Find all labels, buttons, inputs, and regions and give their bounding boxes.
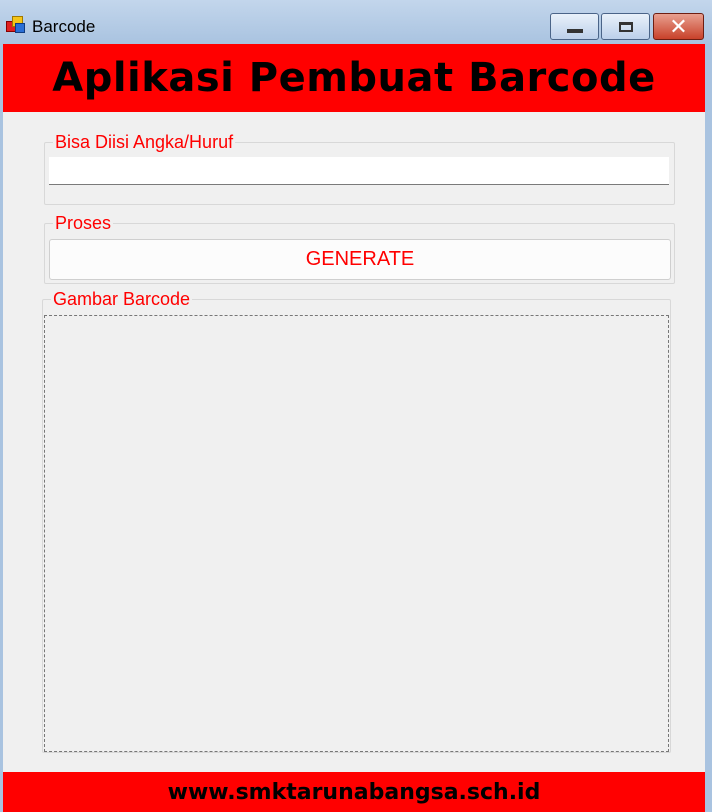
minimize-icon — [566, 28, 583, 33]
process-group-title: Proses — [53, 212, 114, 234]
input-group-title: Bisa Diisi Angka/Huruf — [53, 131, 236, 153]
barcode-text-input[interactable] — [49, 157, 669, 185]
header-banner: Aplikasi Pembuat Barcode — [3, 44, 705, 112]
close-button[interactable]: ✕ — [653, 13, 704, 40]
barcode-groupbox: Gambar Barcode — [42, 288, 671, 753]
minimize-button[interactable] — [550, 13, 599, 40]
app-windows-icon — [6, 16, 25, 33]
maximize-icon — [618, 21, 633, 32]
form-client-area: Aplikasi Pembuat Barcode Bisa Diisi Angk… — [3, 44, 705, 812]
barcode-picture-box — [44, 315, 669, 752]
window-title: Barcode — [32, 17, 96, 36]
generate-button[interactable]: GENERATE — [49, 239, 671, 280]
footer-url: www.smktarunabangsa.sch.id — [167, 779, 541, 805]
close-icon: ✕ — [669, 13, 688, 39]
page-title: Aplikasi Pembuat Barcode — [52, 55, 656, 101]
title-bar[interactable]: Barcode ✕ — [0, 0, 712, 44]
app-window: Barcode ✕ Aplikasi Pembuat Barcode Bisa … — [0, 0, 712, 812]
input-groupbox: Bisa Diisi Angka/Huruf — [44, 131, 675, 205]
window-border — [705, 44, 712, 812]
footer-banner: www.smktarunabangsa.sch.id — [3, 772, 705, 812]
barcode-group-title: Gambar Barcode — [51, 288, 193, 310]
process-groupbox: Proses GENERATE — [44, 212, 675, 284]
maximize-button[interactable] — [601, 13, 650, 40]
